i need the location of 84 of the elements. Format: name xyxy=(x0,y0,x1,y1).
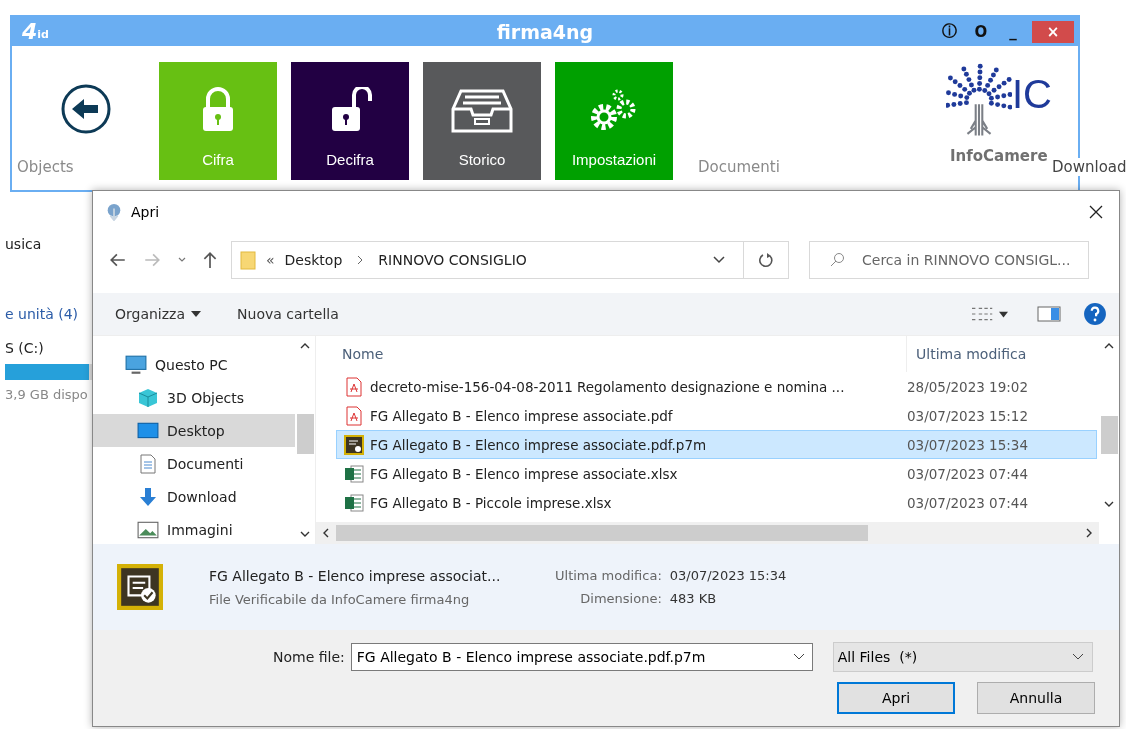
chevron-right-icon xyxy=(356,255,365,265)
nav-item[interactable]: Desktop xyxy=(93,414,295,447)
cancel-button[interactable]: Annulla xyxy=(977,682,1095,714)
dialog-title: Apri xyxy=(131,204,160,220)
scroll-left-icon[interactable] xyxy=(322,528,330,538)
detail-value: 03/07/2023 15:34 xyxy=(669,568,787,583)
detail-label: Dimensione: xyxy=(579,591,662,606)
nav-item[interactable]: Download xyxy=(93,480,295,513)
detail-value: 483 KB xyxy=(669,591,718,606)
breadcrumb-item[interactable]: Desktop xyxy=(284,252,343,268)
ribbon-label: Objects xyxy=(17,158,74,176)
organize-menu[interactable]: Organizza xyxy=(111,302,206,326)
app-logo: 4id xyxy=(22,19,49,44)
file-row[interactable]: FG Allegato B - Elenco imprese associate.pdf 03/07/2023 15:12 xyxy=(336,401,1097,430)
nav-item[interactable]: Documenti xyxy=(93,447,295,480)
filename-field[interactable]: FG Allegato B - Elenco imprese associate.pdf.p7m xyxy=(350,643,813,671)
chevron-down-icon[interactable] xyxy=(713,256,725,264)
spreadsheet-file-icon xyxy=(344,463,364,484)
pdf-file-icon xyxy=(344,376,364,397)
chevron-down-icon[interactable] xyxy=(792,653,805,661)
detail-label: Ultima modifica: xyxy=(555,568,662,583)
computer-icon xyxy=(125,354,147,375)
scroll-thumb[interactable] xyxy=(1100,416,1118,454)
close-icon[interactable] xyxy=(1089,205,1103,219)
scroll-up-icon[interactable] xyxy=(1104,342,1114,350)
ribbon-label: Download xyxy=(1052,158,1126,176)
sidebar-item[interactable]: e unità (4) xyxy=(5,306,79,322)
sidebar-item[interactable]: usica xyxy=(5,236,42,252)
scroll-thumb[interactable] xyxy=(336,525,868,541)
file-row[interactable]: FG Allegato B - Elenco imprese associate.xlsx 03/07/2023 07:44 xyxy=(336,459,1097,488)
window-title: firma4ng xyxy=(496,20,594,43)
scroll-right-icon[interactable] xyxy=(1085,528,1093,538)
minimize-button[interactable]: _ xyxy=(1000,20,1026,43)
address-bar[interactable]: « Desktop RINNOVO CONSIGLIO xyxy=(231,241,789,279)
filename-label: Nome file: xyxy=(273,649,345,665)
close-button[interactable]: × xyxy=(1032,20,1074,43)
brand-mark: IC xyxy=(1012,72,1052,117)
file-type-dropdown[interactable]: All Files (*) xyxy=(832,642,1093,672)
search-field[interactable]: Cerca in RINNOVO CONSIGL... xyxy=(809,241,1089,279)
refresh-icon xyxy=(758,252,774,268)
overflow-chevron[interactable]: « xyxy=(266,252,275,268)
drawer-icon xyxy=(451,87,513,135)
document-icon xyxy=(137,453,159,474)
file-row[interactable]: FG Allegato B - Elenco imprese associate.pdf.p7m 03/07/2023 15:34 xyxy=(336,430,1097,459)
spreadsheet-file-icon xyxy=(344,492,364,513)
tree-logo-icon xyxy=(946,62,1012,138)
file-row[interactable]: decreto-mise-156-04-08-2011 Regolamento designazione e nomina ... 28/05/2023 19:02 xyxy=(336,372,1097,401)
back-arrow-icon[interactable] xyxy=(109,251,127,269)
ribbon-label: Documenti xyxy=(698,158,780,176)
open-button[interactable]: Apri xyxy=(837,682,955,714)
scroll-thumb[interactable] xyxy=(296,414,314,454)
tile-button[interactable]: Decifra xyxy=(291,62,409,180)
file-name: FG Allegato B - Elenco imprese associat... xyxy=(209,567,502,584)
tile-button[interactable]: Storico xyxy=(423,62,541,180)
nav-item[interactable]: Questo PC xyxy=(93,348,295,381)
pdf-file-icon xyxy=(344,405,364,426)
download-arrow-icon xyxy=(137,486,159,507)
picture-icon xyxy=(137,519,159,540)
preview-pane-icon[interactable] xyxy=(1037,305,1061,323)
app-icon xyxy=(105,203,123,221)
nav-item[interactable]: 3D Objects xyxy=(93,381,295,414)
chevron-down-icon xyxy=(1071,653,1084,661)
column-header[interactable]: Ultima modifica xyxy=(907,346,1027,362)
column-header[interactable]: Nome xyxy=(336,336,907,372)
free-space-text: 3,9 GB dispo xyxy=(5,387,88,402)
cube-icon xyxy=(137,387,159,408)
scroll-up-icon[interactable] xyxy=(300,342,310,350)
signed-file-icon xyxy=(344,434,364,455)
folder-icon xyxy=(240,249,256,271)
scroll-down-icon[interactable] xyxy=(300,530,310,538)
sidebar-item[interactable]: S (C:) xyxy=(5,340,44,356)
horizontal-scrollbar[interactable] xyxy=(316,522,1099,544)
search-icon xyxy=(829,252,845,268)
file-row[interactable]: FG Allegato B - Piccole imprese.xlsx 03/07/2023 07:44 xyxy=(336,488,1097,517)
brand-name: InfoCamere xyxy=(950,147,1048,165)
up-arrow-icon[interactable] xyxy=(201,251,219,269)
desktop-icon xyxy=(137,420,159,441)
help-icon[interactable] xyxy=(1083,302,1107,326)
breadcrumb-item[interactable]: RINNOVO CONSIGLIO xyxy=(378,252,527,268)
signed-file-icon xyxy=(117,564,163,610)
file-type: File Verificabile da InfoCamere firma4ng xyxy=(209,591,471,607)
scroll-down-icon[interactable] xyxy=(1104,500,1114,508)
new-folder-button[interactable]: Nuova cartella xyxy=(233,302,343,326)
nav-item[interactable]: Immagini xyxy=(93,513,295,546)
